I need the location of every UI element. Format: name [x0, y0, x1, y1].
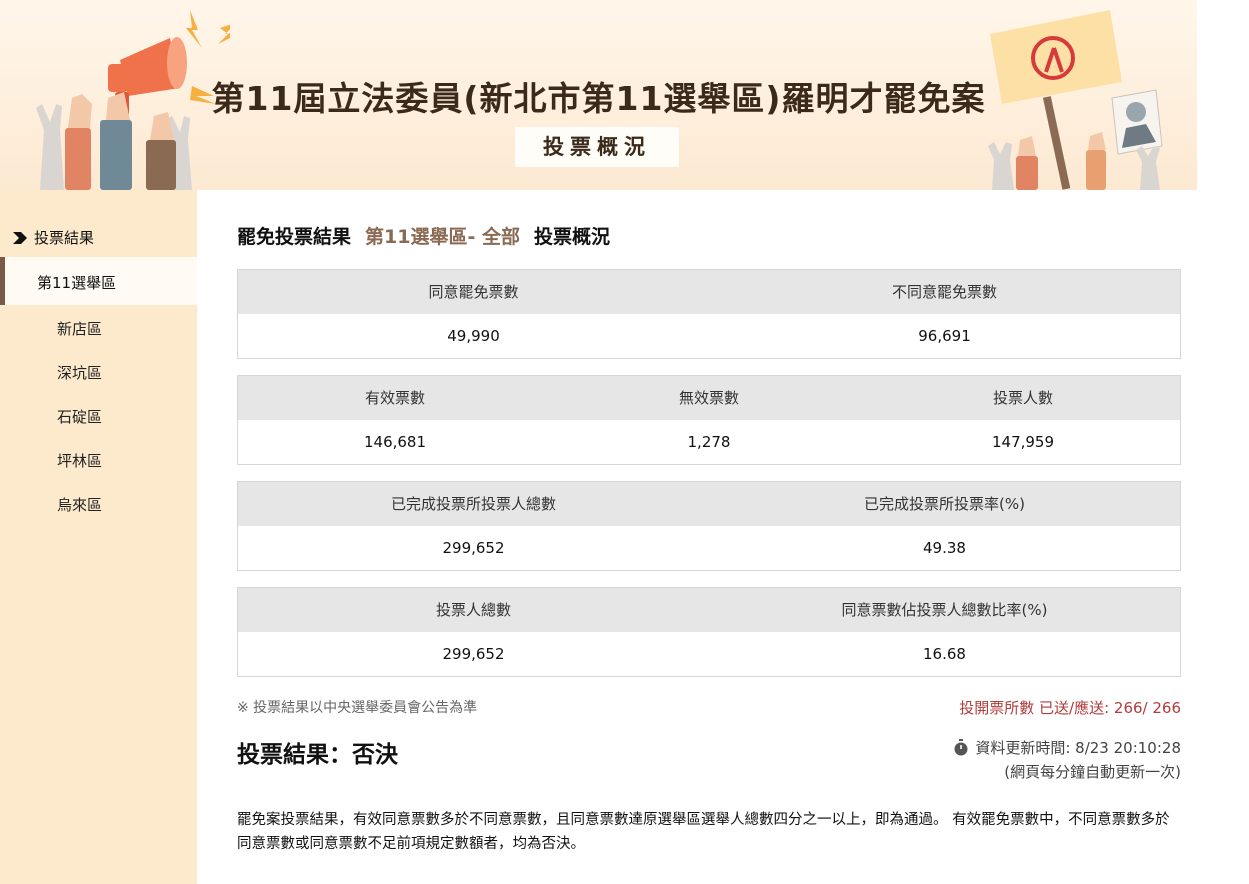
banner: 第11屆立法委員(新北市第11選舉區)羅明才罷免案 投票概況	[0, 0, 1197, 190]
vote-result: 投票結果：否決	[237, 742, 398, 768]
table-header-cell: 不同意罷免票數	[891, 283, 997, 301]
sidebar-item-wulai[interactable]: 烏來區	[57, 494, 102, 515]
sidebar-item-label: 第11選舉區	[37, 274, 117, 292]
sidebar-item-shenkeng[interactable]: 深坑區	[57, 362, 102, 383]
table-header-cell: 同意票數佔投票人總數比率(%)	[841, 601, 1048, 619]
table-row: 146,681 1,278 147,959	[238, 420, 1180, 464]
disclaimer-note: ※ 投票結果以中央選舉委員會公告為準	[237, 700, 478, 716]
table-header-cell: 已完成投票所投票率(%)	[864, 495, 1025, 513]
stations-reported: 投開票所數 已送/應送: 266/ 266	[959, 699, 1181, 717]
table-header-cell: 同意罷免票數	[428, 283, 519, 301]
sidebar: 投票結果 第11選舉區 新店區 深坑區 石碇區 坪林區 烏來區	[0, 190, 197, 884]
table-header-row: 同意罷免票數 不同意罷免票數	[238, 270, 1180, 314]
chevron-right-icon	[13, 231, 27, 244]
sidebar-heading[interactable]: 投票結果	[12, 227, 94, 248]
section-heading: 罷免投票結果 第11選舉區- 全部 投票概況	[237, 222, 610, 249]
recall-votes-table: 同意罷免票數 不同意罷免票數 49,990 96,691	[237, 269, 1181, 359]
table-header-cell: 投票人總數	[435, 601, 511, 619]
page-subtitle: 投票概況	[515, 127, 679, 167]
page-title: 第11屆立法委員(新北市第11選舉區)羅明才罷免案	[211, 79, 986, 118]
table-cell: 49.38	[923, 539, 966, 557]
sidebar-item-pinglin[interactable]: 坪林區	[57, 450, 102, 471]
completed-stations-table: 已完成投票所投票人總數 已完成投票所投票率(%) 299,652 49.38	[237, 481, 1181, 571]
table-row: 299,652 16.68	[238, 632, 1180, 676]
table-cell: 147,959	[991, 433, 1055, 451]
sidebar-heading-label: 投票結果	[34, 229, 95, 247]
ballot-counts-table: 有效票數 無效票數 投票人數 146,681 1,278 147,959	[237, 375, 1181, 465]
table-header-cell: 有效票數	[364, 389, 425, 407]
table-cell: 16.68	[923, 645, 966, 663]
sidebar-item-district-11[interactable]: 第11選舉區	[0, 257, 197, 305]
heading-section: 投票概況	[533, 226, 610, 248]
table-header-row: 投票人總數 同意票數佔投票人總數比率(%)	[238, 588, 1180, 632]
update-time: 資料更新時間: 8/23 20:10:28	[953, 737, 1181, 758]
result-rule-text: 罷免案投票結果，有效同意票數多於不同意票數，且同意票數達原選舉區選舉人總數四分之…	[237, 812, 1170, 852]
table-cell: 299,652	[442, 645, 505, 663]
table-cell: 1,278	[687, 433, 731, 451]
sidebar-item-shiding[interactable]: 石碇區	[57, 406, 102, 427]
table-row: 49,990 96,691	[238, 314, 1180, 358]
sidebar-item-xindian[interactable]: 新店區	[57, 318, 102, 339]
table-header-row: 有效票數 無效票數 投票人數	[238, 376, 1180, 420]
table-row: 299,652 49.38	[238, 526, 1180, 570]
heading-district: 第11選舉區- 全部	[365, 226, 520, 248]
table-cell: 299,652	[442, 539, 505, 557]
table-cell: 146,681	[363, 433, 427, 451]
table-header-row: 已完成投票所投票人總數 已完成投票所投票率(%)	[238, 482, 1180, 526]
table-header-cell: 無效票數	[678, 389, 739, 407]
update-time-label: 資料更新時間: 8/23 20:10:28	[975, 739, 1181, 757]
table-header-cell: 已完成投票所投票人總數	[390, 495, 556, 513]
auto-refresh-note: (網頁每分鐘自動更新一次)	[1004, 763, 1181, 781]
turnout-ratio-table: 投票人總數 同意票數佔投票人總數比率(%) 299,652 16.68	[237, 587, 1181, 677]
table-cell: 96,691	[918, 327, 971, 345]
heading-label: 罷免投票結果	[237, 226, 352, 248]
table-cell: 49,990	[447, 327, 500, 345]
stopwatch-icon	[954, 739, 968, 756]
table-header-cell: 投票人數	[992, 389, 1053, 407]
